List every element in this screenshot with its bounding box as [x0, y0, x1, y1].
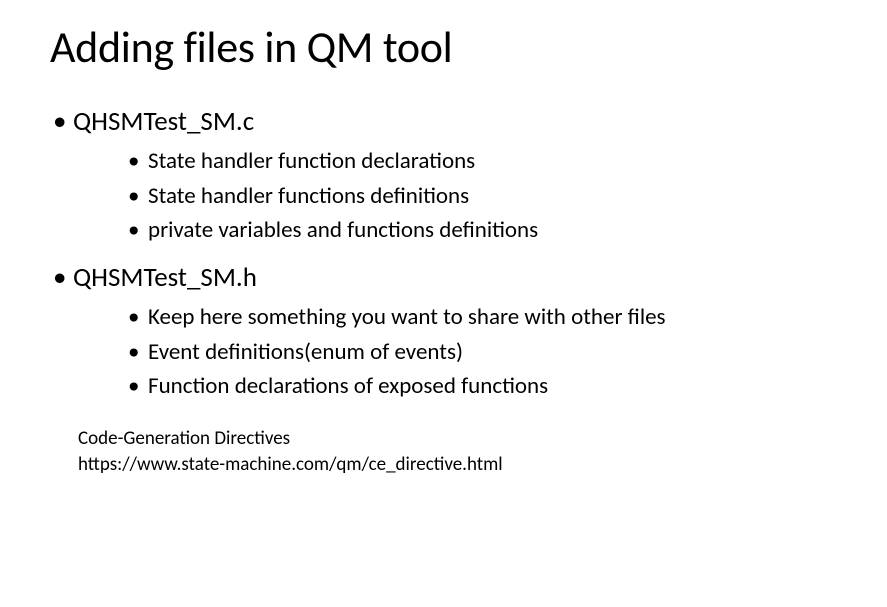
main-bullet-list: QHSMTest_SM.c State handler function dec… — [50, 104, 837, 404]
sub-item-c-1: State handler function declarations — [73, 144, 837, 179]
sub-item-h-3: Function declarations of exposed functio… — [73, 369, 837, 404]
sub-item-h-1: Keep here something you want to share wi… — [73, 300, 837, 335]
footer-line-2: https://www.state-machine.com/qm/ce_dire… — [78, 452, 837, 478]
sub-list-c: State handler function declarations Stat… — [73, 144, 837, 248]
slide-container: Adding files in QM tool QHSMTest_SM.c St… — [0, 0, 887, 607]
sub-list-h: Keep here something you want to share wi… — [73, 300, 837, 404]
slide-title: Adding files in QM tool — [50, 20, 837, 74]
sub-item-c-3: private variables and functions definiti… — [73, 213, 837, 248]
footer-line-1: Code-Generation Directives — [78, 426, 837, 452]
footer-note: Code-Generation Directives https://www.s… — [50, 426, 837, 477]
sub-item-c-2: State handler functions definitions — [73, 179, 837, 214]
bullet-file-h: QHSMTest_SM.h Keep here something you wa… — [50, 260, 837, 404]
bullet-file-c-label: QHSMTest_SM.c — [73, 105, 254, 138]
bullet-file-c: QHSMTest_SM.c State handler function dec… — [50, 104, 837, 248]
sub-item-h-2: Event definitions(enum of events) — [73, 335, 837, 370]
bullet-file-h-label: QHSMTest_SM.h — [73, 261, 257, 294]
